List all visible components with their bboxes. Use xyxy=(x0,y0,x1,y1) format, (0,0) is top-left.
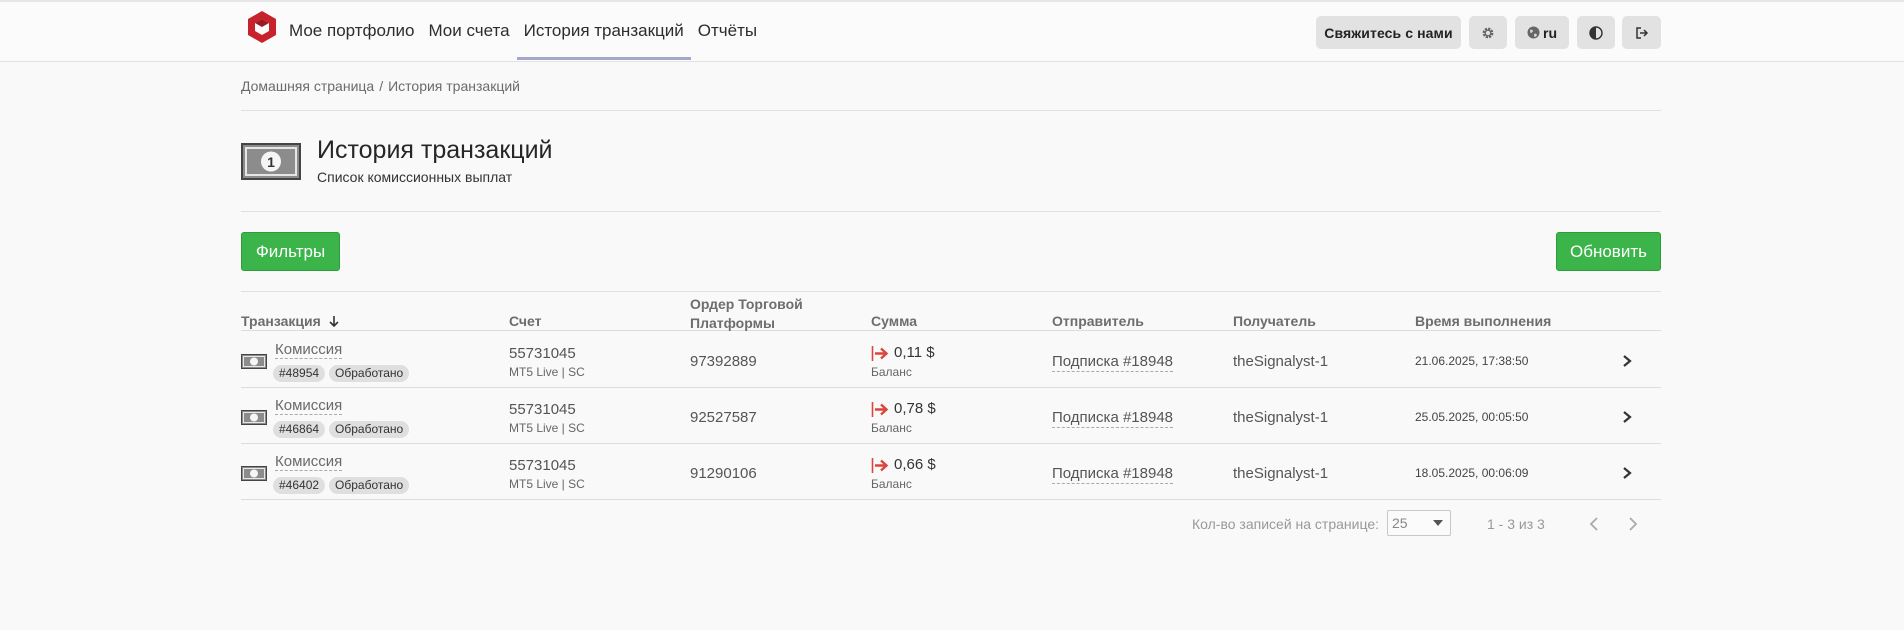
column-transaction-label: Транзакция xyxy=(241,313,321,329)
banknote-icon xyxy=(241,410,267,425)
page-subtitle: Список комиссионных выплат xyxy=(317,169,513,185)
order-number: 91290106 xyxy=(690,465,757,482)
account-type: MT5 Live | SC xyxy=(509,421,585,435)
recipient: theSignalyst-1 xyxy=(1233,409,1329,426)
table-row[interactable]: Комиссия #46402 Обработано 55731045 MT5 … xyxy=(241,444,1661,500)
main-nav: Мое портфолио Мои счета История транзакц… xyxy=(282,2,764,61)
breadcrumb-home[interactable]: Домашняя страница xyxy=(241,78,374,94)
nav-reports[interactable]: Отчёты xyxy=(691,2,764,59)
breadcrumb-current: История транзакций xyxy=(388,78,520,94)
transaction-type-link[interactable]: Комиссия xyxy=(275,397,343,415)
per-page-label: Кол-во записей на странице: xyxy=(1192,516,1380,532)
status-badge: Обработано xyxy=(329,421,410,438)
chevron-right-icon[interactable] xyxy=(1621,354,1633,368)
chevron-right-icon[interactable] xyxy=(1621,466,1633,480)
page-title: История транзакций xyxy=(317,136,553,164)
column-order-line2: Платформы xyxy=(690,315,775,331)
logout-button[interactable] xyxy=(1622,16,1661,49)
order-number: 92527587 xyxy=(690,409,757,426)
column-order-line1: Ордер Торговой xyxy=(690,296,803,312)
per-page-value: 25 xyxy=(1392,515,1408,531)
sort-down-icon xyxy=(329,316,339,328)
settings-button[interactable] xyxy=(1469,16,1507,49)
brand-logo-icon[interactable] xyxy=(246,10,278,44)
column-order: Ордер Торговой Платформы xyxy=(690,295,803,333)
language-label: ru xyxy=(1543,24,1557,41)
refresh-button[interactable]: Обновить xyxy=(1556,232,1661,271)
banknote-icon xyxy=(241,466,267,481)
amount-source: Баланс xyxy=(871,365,912,379)
per-page-select[interactable]: 25 xyxy=(1387,510,1451,536)
chevron-right-icon[interactable] xyxy=(1621,410,1633,424)
chevron-left-icon[interactable] xyxy=(1587,514,1601,534)
nav-accounts[interactable]: Мои счета xyxy=(421,2,516,59)
amount-value: 0,11 $ xyxy=(894,344,935,361)
transaction-id-badge: #46402 xyxy=(273,477,326,494)
account-number: 55731045 xyxy=(509,345,576,362)
status-badge: Обработано xyxy=(329,477,410,494)
contact-us-button[interactable]: Свяжитесь с нами xyxy=(1316,16,1461,49)
column-transaction[interactable]: Транзакция xyxy=(241,312,339,331)
column-sender: Отправитель xyxy=(1052,313,1144,329)
breadcrumb: Домашняя страница / История транзакций xyxy=(241,78,520,94)
account-type: MT5 Live | SC xyxy=(509,477,585,491)
column-account: Счет xyxy=(509,313,542,329)
transaction-id-badge: #48954 xyxy=(273,365,326,382)
transaction-type-link[interactable]: Комиссия xyxy=(275,453,343,471)
breadcrumb-separator: / xyxy=(379,78,384,94)
transaction-badges: #46402 Обработано xyxy=(273,477,410,494)
amount-value: 0,66 $ xyxy=(894,456,936,473)
language-button[interactable]: ru xyxy=(1515,16,1569,49)
transaction-type-link[interactable]: Комиссия xyxy=(275,341,343,359)
status-badge: Обработано xyxy=(329,365,410,382)
app-header: Мое портфолио Мои счета История транзакц… xyxy=(0,2,1904,62)
execution-time: 25.05.2025, 00:05:50 xyxy=(1415,410,1529,424)
page-range: 1 - 3 из 3 xyxy=(1487,516,1545,532)
contrast-icon xyxy=(1589,25,1603,40)
divider xyxy=(241,110,1661,111)
transaction-id-badge: #46864 xyxy=(273,421,326,438)
divider xyxy=(241,211,1661,212)
amount-source: Баланс xyxy=(871,477,912,491)
globe-icon xyxy=(1527,26,1540,39)
outgoing-arrow-icon xyxy=(871,458,889,473)
theme-toggle-button[interactable] xyxy=(1577,16,1615,49)
sender-link[interactable]: Подписка #18948 xyxy=(1052,409,1174,428)
recipient: theSignalyst-1 xyxy=(1233,353,1329,370)
recipient: theSignalyst-1 xyxy=(1233,465,1329,482)
table-row[interactable]: Комиссия #48954 Обработано 55731045 MT5 … xyxy=(241,332,1661,388)
banknote-icon xyxy=(241,354,267,369)
table-row[interactable]: Комиссия #46864 Обработано 55731045 MT5 … xyxy=(241,388,1661,444)
sender-link[interactable]: Подписка #18948 xyxy=(1052,353,1174,372)
nav-portfolio[interactable]: Мое портфолио xyxy=(282,2,421,59)
nav-transaction-history[interactable]: История транзакций xyxy=(516,2,691,60)
table-header: Транзакция Счет Ордер Торговой Платформы… xyxy=(241,291,1661,331)
amount-value: 0,78 $ xyxy=(894,400,936,417)
outgoing-arrow-icon xyxy=(871,402,889,417)
banknote-icon: 1 xyxy=(241,143,301,180)
sender-link[interactable]: Подписка #18948 xyxy=(1052,465,1174,484)
order-number: 97392889 xyxy=(690,353,757,370)
amount-source: Баланс xyxy=(871,421,912,435)
column-amount: Сумма xyxy=(871,313,918,329)
account-number: 55731045 xyxy=(509,457,576,474)
transaction-badges: #48954 Обработано xyxy=(273,365,410,382)
filters-button[interactable]: Фильтры xyxy=(241,232,340,271)
account-number: 55731045 xyxy=(509,401,576,418)
column-recipient: Получатель xyxy=(1233,313,1316,329)
banknote-digit: 1 xyxy=(267,154,275,170)
caret-down-icon xyxy=(1433,520,1443,526)
transaction-badges: #46864 Обработано xyxy=(273,421,410,438)
account-type: MT5 Live | SC xyxy=(509,365,585,379)
execution-time: 21.06.2025, 17:38:50 xyxy=(1415,354,1529,368)
column-time: Время выполнения xyxy=(1415,313,1552,329)
logout-icon xyxy=(1635,26,1648,39)
execution-time: 18.05.2025, 00:06:09 xyxy=(1415,466,1529,480)
gear-icon xyxy=(1482,27,1494,38)
chevron-right-icon[interactable] xyxy=(1626,514,1640,534)
outgoing-arrow-icon xyxy=(871,346,889,361)
